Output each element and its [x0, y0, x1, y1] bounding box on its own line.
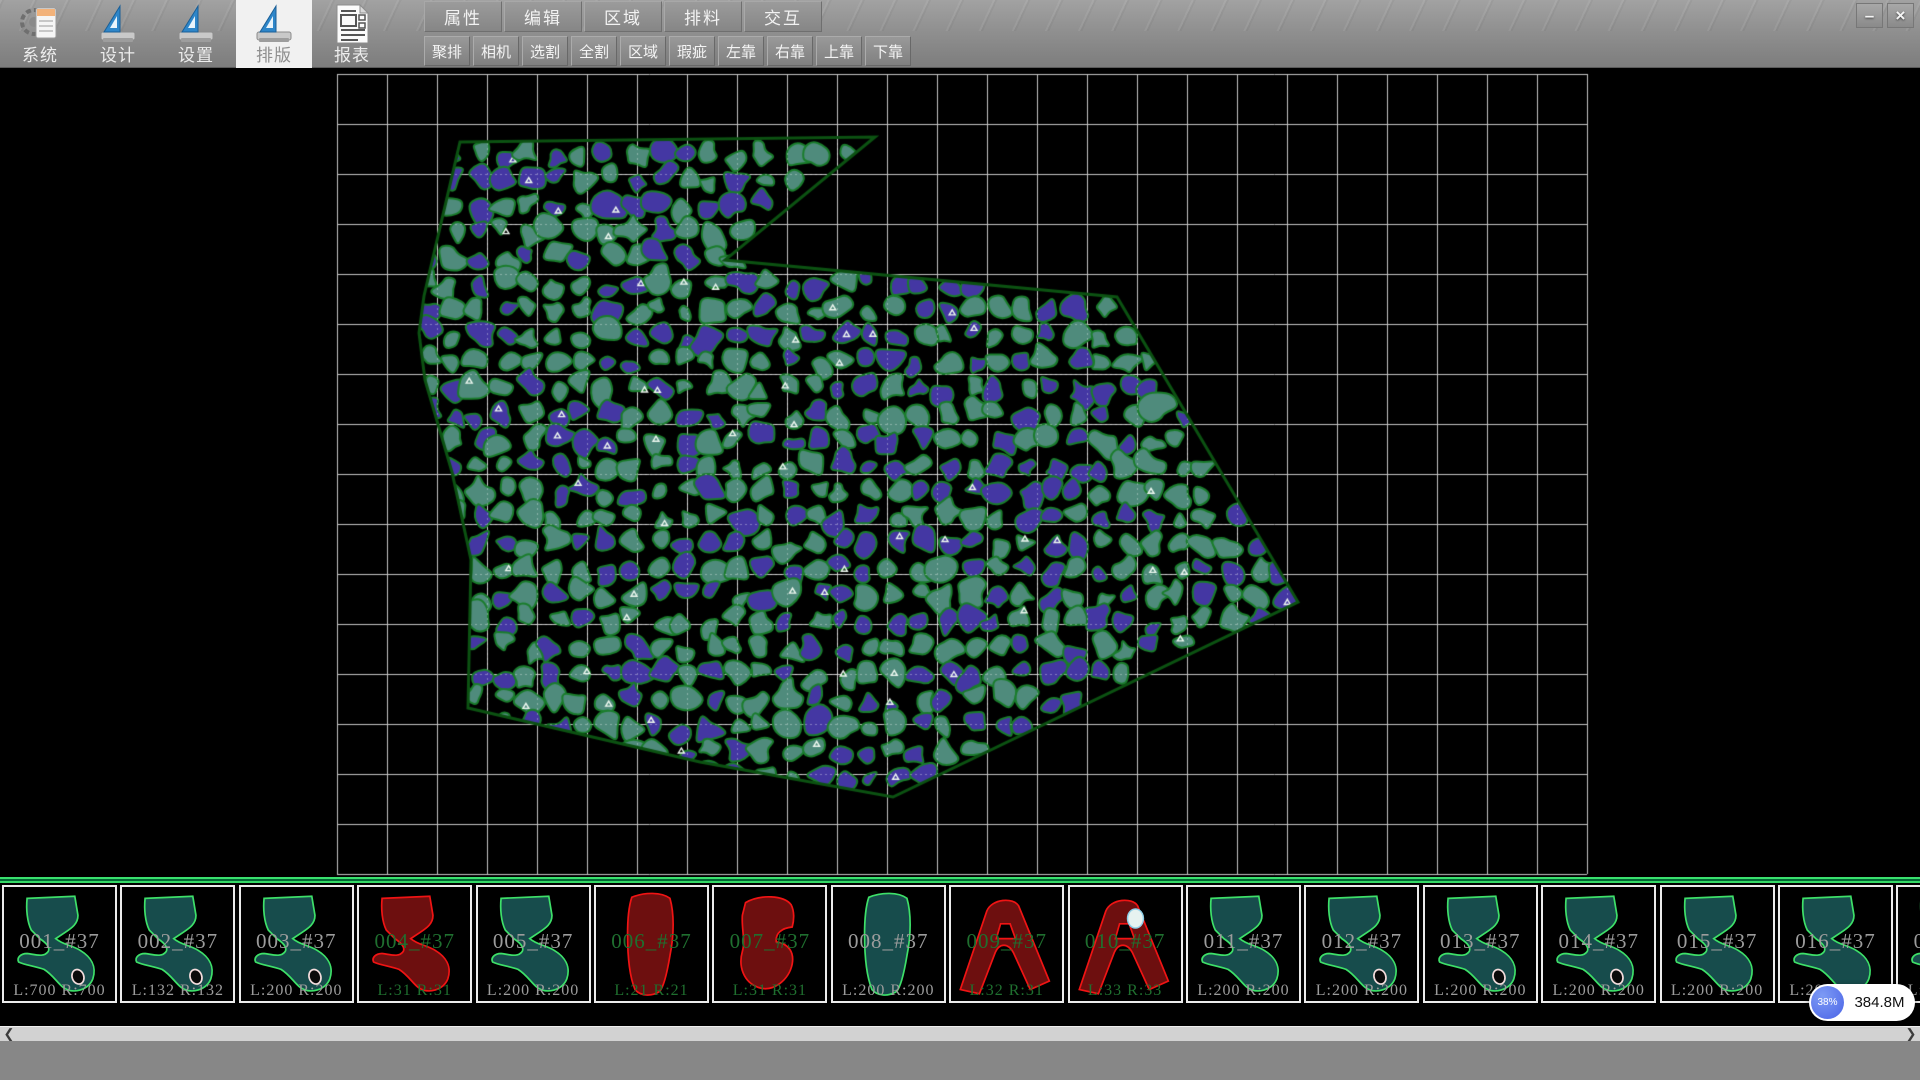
nesting-workspace — [0, 68, 1920, 877]
piece-lr-count: L:33 R:33 — [1070, 982, 1181, 1000]
piece-thumbnail-013_#37[interactable]: 013_#37 L:200 R:200 — [1423, 885, 1538, 1003]
piece-thumbnail-002_#37[interactable]: 002_#37 L:132 R:132 — [120, 885, 235, 1003]
system-gear-icon — [18, 2, 62, 46]
piece-name: 005_#37 — [478, 929, 589, 954]
module-button-5[interactable]: 报表 — [314, 0, 390, 68]
tool-button-9[interactable]: 上靠 — [816, 36, 862, 66]
piece-name: 006_#37 — [596, 929, 707, 954]
piece-name: 017_#37 — [1898, 929, 1920, 954]
piece-name: 014_#37 — [1543, 929, 1654, 954]
settings-ruler-icon — [174, 2, 218, 46]
tool-button-4[interactable]: 全割 — [571, 36, 617, 66]
piece-thumbnail-012_#37[interactable]: 012_#37 L:200 R:200 — [1304, 885, 1419, 1003]
application-window: 系统设计设置排版报表 属性编辑区域排料交互 聚排相机选割全割区域瑕疵左靠右靠上靠… — [0, 0, 1920, 1080]
piece-name: 008_#37 — [833, 929, 944, 954]
status-bar — [0, 1041, 1920, 1080]
module-button-3[interactable]: 设置 — [158, 0, 234, 68]
layout-ruler-icon — [252, 2, 296, 46]
module-button-label: 排版 — [256, 46, 292, 66]
piece-thumbnail-006_#37[interactable]: 006_#37 L:21 R:21 — [594, 885, 709, 1003]
piece-lr-count: L:200 R:200 — [241, 982, 352, 1000]
piece-thumbnail-strip: 001_#37 L:700 R:700 002_#37 L:132 R:132 003_… — [0, 883, 1920, 1006]
piece-lr-count: L:200 R:200 — [833, 982, 944, 1000]
window-controls: – × — [1856, 3, 1914, 28]
memory-usage: 384.8M — [1844, 994, 1915, 1011]
piece-thumbnail-004_#37[interactable]: 004_#37 L:31 R:31 — [357, 885, 472, 1003]
scroll-right-icon[interactable]: ❯ — [1902, 1027, 1920, 1042]
piece-lr-count: L:31 R:31 — [359, 982, 470, 1000]
module-button-label: 报表 — [334, 46, 370, 66]
tool-button-5[interactable]: 区域 — [620, 36, 666, 66]
close-button[interactable]: × — [1887, 3, 1914, 28]
tool-button-10[interactable]: 下靠 — [865, 36, 911, 66]
piece-lr-count: L:32 R:31 — [951, 982, 1062, 1000]
piece-thumbnail-009_#37[interactable]: 009_#37 L:32 R:31 — [949, 885, 1064, 1003]
piece-name: 011_#37 — [1188, 929, 1299, 954]
piece-name: 004_#37 — [359, 929, 470, 954]
piece-thumbnail-015_#37[interactable]: 015_#37 L:200 R:200 — [1660, 885, 1775, 1003]
piece-name: 013_#37 — [1425, 929, 1536, 954]
piece-name: 001_#37 — [4, 929, 115, 954]
progress-badge: 38% 384.8M — [1809, 984, 1915, 1021]
piece-name: 010_#37 — [1070, 929, 1181, 954]
piece-name: 016_#37 — [1780, 929, 1891, 954]
piece-thumbnail-007_#37[interactable]: 007_#37 L:31 R:31 — [712, 885, 827, 1003]
module-button-2[interactable]: 设计 — [80, 0, 156, 68]
design-ruler-icon — [96, 2, 140, 46]
menu-item-1[interactable]: 属性 — [424, 1, 502, 32]
piece-thumbnail-005_#37[interactable]: 005_#37 L:200 R:200 — [476, 885, 591, 1003]
piece-name: 012_#37 — [1306, 929, 1417, 954]
progress-percent: 38% — [1811, 986, 1844, 1019]
minimize-button[interactable]: – — [1856, 3, 1883, 28]
piece-lr-count: L:200 R:200 — [1543, 982, 1654, 1000]
module-buttons: 系统 设计 设置 排版 报表 — [2, 0, 392, 68]
menu-item-5[interactable]: 交互 — [744, 1, 822, 32]
module-button-4[interactable]: 排版 — [236, 0, 312, 68]
tool-bar: 聚排相机选割全割区域瑕疵左靠右靠上靠下靠 — [424, 36, 914, 66]
module-button-label: 系统 — [22, 46, 58, 66]
tool-button-6[interactable]: 瑕疵 — [669, 36, 715, 66]
piece-lr-count: L:200 R:200 — [1425, 982, 1536, 1000]
piece-name: 007_#37 — [714, 929, 825, 954]
nesting-canvas[interactable] — [0, 68, 1920, 877]
piece-lr-count: L:200 R:200 — [1662, 982, 1773, 1000]
piece-lr-count: L:200 R:200 — [1188, 982, 1299, 1000]
tool-button-2[interactable]: 相机 — [473, 36, 519, 66]
piece-thumbnail-003_#37[interactable]: 003_#37 L:200 R:200 — [239, 885, 354, 1003]
menu-item-3[interactable]: 区域 — [584, 1, 662, 32]
tool-button-3[interactable]: 选割 — [522, 36, 568, 66]
piece-thumbnail-014_#37[interactable]: 014_#37 L:200 R:200 — [1541, 885, 1656, 1003]
piece-lr-count: L:31 R:31 — [714, 982, 825, 1000]
piece-thumbnail-010_#37[interactable]: 010_#37 L:33 R:33 — [1068, 885, 1183, 1003]
piece-lr-count: L:132 R:132 — [122, 982, 233, 1000]
menu-bar: 属性编辑区域排料交互 — [424, 1, 824, 32]
piece-name: 015_#37 — [1662, 929, 1773, 954]
module-button-label: 设置 — [178, 46, 214, 66]
menu-item-4[interactable]: 排料 — [664, 1, 742, 32]
piece-name: 009_#37 — [951, 929, 1062, 954]
piece-thumbnail-001_#37[interactable]: 001_#37 L:700 R:700 — [2, 885, 117, 1003]
piece-lr-count: L:21 R:21 — [596, 982, 707, 1000]
scroll-left-icon[interactable]: ❮ — [0, 1027, 18, 1042]
report-doc-icon — [330, 2, 374, 46]
piece-lr-count: L:700 R:700 — [4, 982, 115, 1000]
horizontal-scrollbar[interactable]: ❮ ❯ — [0, 1026, 1920, 1041]
tool-button-7[interactable]: 左靠 — [718, 36, 764, 66]
module-button-label: 设计 — [100, 46, 136, 66]
piece-thumbnail-008_#37[interactable]: 008_#37 L:200 R:200 — [831, 885, 946, 1003]
piece-name: 003_#37 — [241, 929, 352, 954]
piece-name: 002_#37 — [122, 929, 233, 954]
main-toolbar: 系统设计设置排版报表 属性编辑区域排料交互 聚排相机选割全割区域瑕疵左靠右靠上靠… — [0, 0, 1920, 68]
tool-button-8[interactable]: 右靠 — [767, 36, 813, 66]
tool-button-1[interactable]: 聚排 — [424, 36, 470, 66]
piece-lr-count: L:200 R:200 — [1306, 982, 1417, 1000]
module-button-1[interactable]: 系统 — [2, 0, 78, 68]
piece-lr-count: L:200 R:200 — [478, 982, 589, 1000]
piece-thumbnail-011_#37[interactable]: 011_#37 L:200 R:200 — [1186, 885, 1301, 1003]
menu-item-2[interactable]: 编辑 — [504, 1, 582, 32]
